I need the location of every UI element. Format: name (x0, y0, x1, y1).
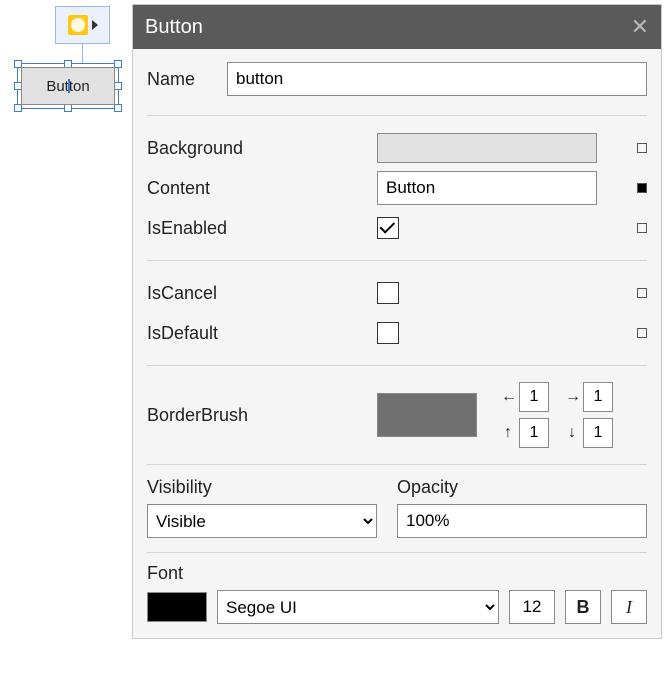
resize-handle-se[interactable] (114, 104, 122, 112)
font-size-input[interactable] (509, 590, 555, 624)
thickness-bottom: ↓ (565, 418, 613, 448)
resize-handle-ne[interactable] (114, 60, 122, 68)
arrow-left-icon: ← (501, 388, 515, 406)
lightbulb-icon (68, 15, 88, 35)
arrow-up-icon: ↑ (501, 424, 515, 442)
resize-handle-e[interactable] (114, 82, 122, 90)
thickness-top: ↑ (501, 418, 549, 448)
background-label: Background (147, 138, 377, 159)
close-icon[interactable]: ✕ (631, 16, 649, 38)
row-borderbrush: BorderBrush ← → ↑ (147, 382, 647, 448)
font-family-select[interactable]: Segoe UI (217, 590, 499, 624)
smart-tag-adorner[interactable] (55, 6, 110, 44)
thickness-right: → (565, 382, 613, 412)
property-marker-isdefault[interactable] (637, 328, 647, 338)
row-name: Name (147, 59, 647, 99)
thickness-bottom-input[interactable] (583, 418, 613, 448)
selection-frame[interactable]: Button (18, 64, 118, 108)
row-content: Content (147, 168, 647, 208)
borderbrush-label: BorderBrush (147, 405, 377, 426)
panel-title: Button (145, 16, 203, 39)
property-panel: Button ✕ Name Background Content (132, 4, 662, 639)
designed-button[interactable]: Button (21, 67, 115, 105)
borderbrush-swatch[interactable] (377, 393, 477, 437)
opacity-input[interactable] (397, 504, 647, 538)
row-visibility-opacity: Visibility Visible Opacity (147, 477, 647, 538)
arrow-down-icon: ↓ (565, 424, 579, 442)
row-isenabled: IsEnabled (147, 208, 647, 248)
content-input[interactable] (377, 171, 597, 205)
font-label: Font (147, 563, 647, 584)
visibility-label: Visibility (147, 477, 377, 498)
italic-toggle[interactable]: I (611, 590, 647, 624)
thickness-left: ← (501, 382, 549, 412)
isdefault-checkbox[interactable] (377, 322, 399, 344)
text-caret (68, 79, 70, 93)
thickness-top-input[interactable] (519, 418, 549, 448)
property-marker-background[interactable] (637, 143, 647, 153)
font-color-swatch[interactable] (147, 592, 207, 622)
adorner-connector (82, 44, 83, 64)
iscancel-label: IsCancel (147, 283, 377, 304)
visibility-select[interactable]: Visible (147, 504, 377, 538)
resize-handle-s[interactable] (64, 104, 72, 112)
name-input[interactable] (227, 62, 647, 96)
content-label: Content (147, 178, 377, 199)
bold-toggle[interactable]: B (565, 590, 601, 624)
row-background: Background (147, 128, 647, 168)
isenabled-label: IsEnabled (147, 218, 377, 239)
iscancel-checkbox[interactable] (377, 282, 399, 304)
isenabled-checkbox[interactable] (377, 217, 399, 239)
arrow-right-icon: → (565, 388, 579, 406)
thickness-editor: ← → ↑ ↓ (501, 382, 613, 448)
opacity-label: Opacity (397, 477, 647, 498)
property-marker-content[interactable] (637, 183, 647, 193)
row-font: Segoe UI B I (147, 590, 647, 624)
isdefault-label: IsDefault (147, 323, 377, 344)
row-iscancel: IsCancel (147, 273, 647, 313)
panel-header: Button ✕ (133, 5, 661, 49)
play-arrow-icon (92, 20, 98, 30)
name-label: Name (147, 69, 227, 90)
thickness-left-input[interactable] (519, 382, 549, 412)
property-marker-iscancel[interactable] (637, 288, 647, 298)
designer-surface: Button (0, 0, 132, 696)
background-swatch[interactable] (377, 133, 597, 163)
row-isdefault: IsDefault (147, 313, 647, 353)
property-marker-isenabled[interactable] (637, 223, 647, 233)
thickness-right-input[interactable] (583, 382, 613, 412)
resize-handle-sw[interactable] (14, 104, 22, 112)
